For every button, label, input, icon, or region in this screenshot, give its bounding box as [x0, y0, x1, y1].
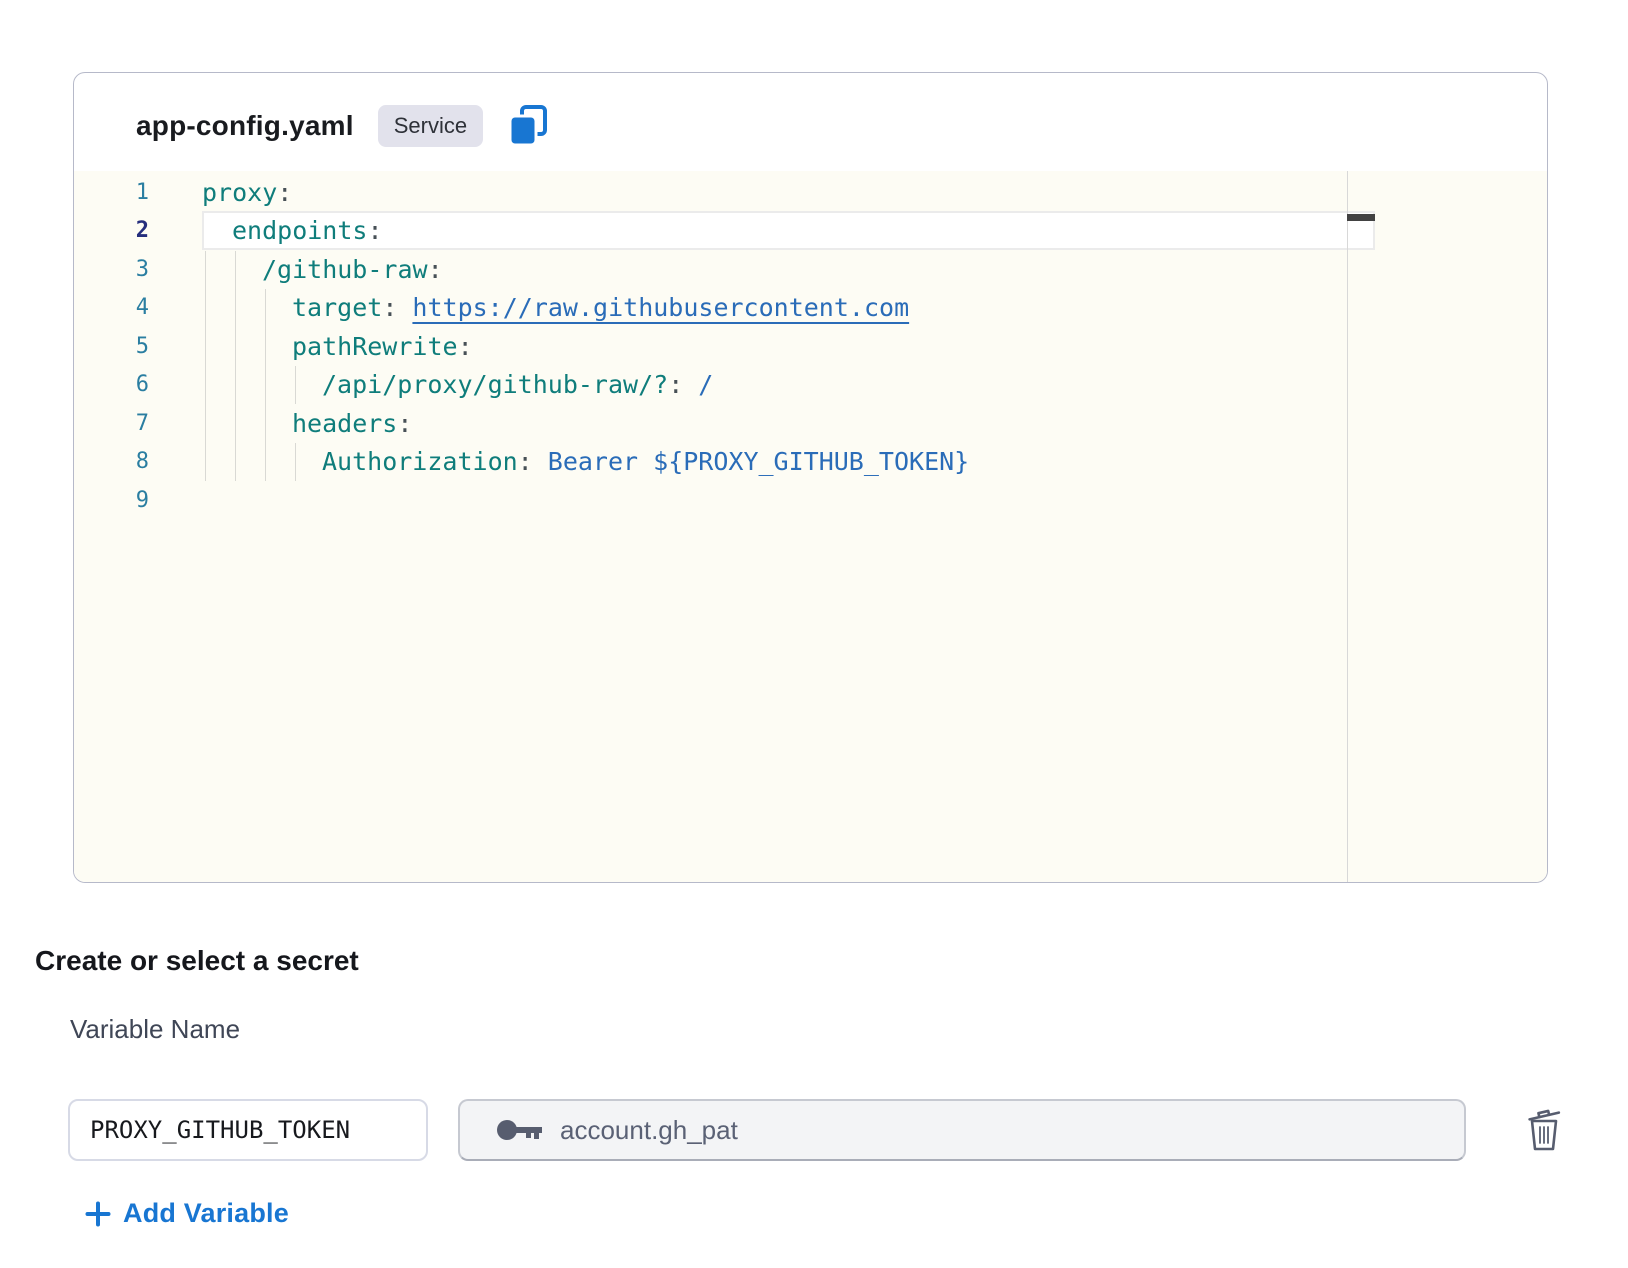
code-token-key: proxy — [202, 178, 277, 207]
code-token-key: /github-raw — [262, 255, 428, 284]
code-token-key: endpoints — [232, 216, 367, 245]
code-line-6[interactable]: 6/api/proxy/github-raw/?: / — [74, 366, 1547, 405]
code-token-key: pathRewrite — [292, 332, 458, 361]
code-token-punct: : — [458, 332, 473, 361]
code-line-7[interactable]: 7headers: — [74, 404, 1547, 443]
code-token-punct: : — [518, 447, 548, 476]
code-line-4[interactable]: 4target: https://raw.githubusercontent.c… — [74, 289, 1547, 328]
code-line-2[interactable]: 2endpoints: — [74, 212, 1547, 251]
code-token-punct: : — [367, 216, 382, 245]
plus-icon — [85, 1201, 111, 1227]
code-token-key: headers — [292, 409, 397, 438]
code-token-value: Bearer ${PROXY_GITHUB_TOKEN} — [548, 447, 969, 476]
code-editor[interactable]: 1proxy:2endpoints:3/github-raw:4target: … — [74, 171, 1547, 882]
variable-name-input[interactable] — [68, 1099, 428, 1161]
line-content: /api/proxy/github-raw/?: / — [149, 372, 713, 397]
line-number: 9 — [74, 488, 149, 513]
code-link[interactable]: https://raw.githubusercontent.com — [412, 293, 909, 322]
line-content: headers: — [149, 411, 412, 436]
delete-variable-button[interactable] — [1518, 1100, 1570, 1156]
line-content: /github-raw: — [149, 257, 443, 282]
code-token-key: Authorization — [322, 447, 518, 476]
code-line-3[interactable]: 3/github-raw: — [74, 250, 1547, 289]
code-token-key: /api/proxy/github-raw/? — [322, 370, 668, 399]
line-number: 3 — [74, 257, 149, 282]
copy-button[interactable] — [507, 103, 549, 149]
file-name: app-config.yaml — [136, 110, 354, 142]
code-token-punct: : — [668, 370, 698, 399]
copy-icon — [507, 103, 549, 149]
trash-icon — [1522, 1103, 1566, 1153]
card-header: app-config.yaml Service — [136, 103, 549, 149]
line-content: Authorization: Bearer ${PROXY_GITHUB_TOK… — [149, 449, 969, 474]
code-token-key: target — [292, 293, 382, 322]
code-token-punct: : — [382, 293, 412, 322]
line-number: 1 — [74, 180, 149, 205]
secret-select[interactable]: account.gh_pat — [458, 1099, 1466, 1161]
code-token-punct: : — [397, 409, 412, 438]
secret-section-heading: Create or select a secret — [35, 945, 359, 977]
line-content: target: https://raw.githubusercontent.co… — [149, 295, 909, 320]
line-number: 4 — [74, 295, 149, 320]
code-editor-card: app-config.yaml Service 1proxy:2endpoint… — [73, 72, 1548, 883]
code-lines: 1proxy:2endpoints:3/github-raw:4target: … — [74, 173, 1547, 520]
add-variable-label: Add Variable — [123, 1198, 289, 1229]
line-content: pathRewrite: — [149, 334, 473, 359]
line-number: 5 — [74, 334, 149, 359]
line-content: endpoints: — [149, 218, 383, 243]
code-line-8[interactable]: 8Authorization: Bearer ${PROXY_GITHUB_TO… — [74, 443, 1547, 482]
line-content: proxy: — [149, 180, 292, 205]
page: app-config.yaml Service 1proxy:2endpoint… — [0, 0, 1628, 1268]
line-number: 8 — [74, 449, 149, 474]
code-line-5[interactable]: 5pathRewrite: — [74, 327, 1547, 366]
code-line-9[interactable]: 9 — [74, 481, 1547, 520]
line-number: 7 — [74, 411, 149, 436]
add-variable-button[interactable]: Add Variable — [85, 1198, 289, 1229]
variable-name-label: Variable Name — [70, 1014, 240, 1045]
key-icon — [496, 1117, 544, 1143]
code-token-punct: : — [428, 255, 443, 284]
code-line-1[interactable]: 1proxy: — [74, 173, 1547, 212]
line-number: 2 — [74, 218, 149, 243]
service-badge: Service — [378, 105, 483, 147]
code-token-value: / — [698, 370, 713, 399]
line-number: 6 — [74, 372, 149, 397]
code-token-punct: : — [277, 178, 292, 207]
secret-select-value: account.gh_pat — [560, 1115, 738, 1146]
